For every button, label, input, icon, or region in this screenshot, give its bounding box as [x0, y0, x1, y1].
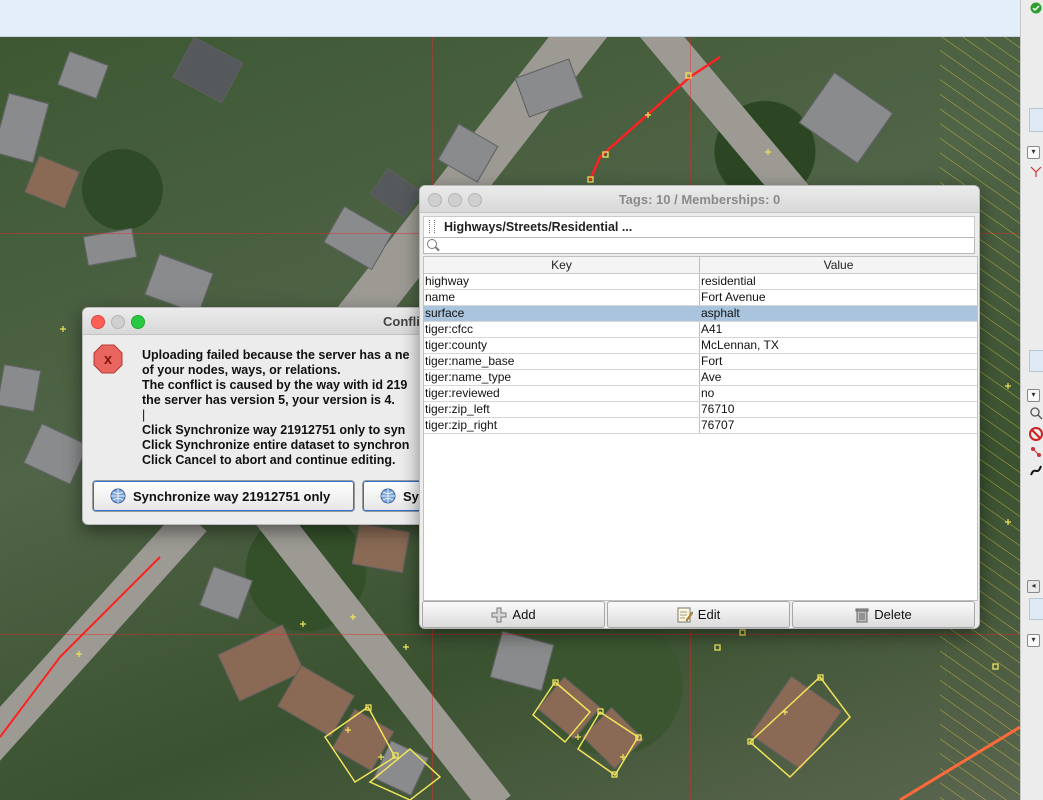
tags-toolbar: Add Edit Delete — [421, 601, 976, 628]
tag-value-cell[interactable]: 76710 — [700, 402, 977, 417]
tag-key-cell[interactable]: tiger:zip_left — [424, 402, 700, 417]
tag-key-cell[interactable]: tiger:name_type — [424, 370, 700, 385]
building-outline — [532, 680, 592, 744]
map-node-cross — [300, 621, 306, 627]
synchronize-dataset-label: Sy — [403, 488, 419, 504]
edit-tag-button[interactable]: Edit — [607, 601, 790, 628]
tag-search-field[interactable] — [423, 237, 975, 254]
trash-icon — [855, 608, 869, 622]
drag-grip-icon[interactable] — [429, 220, 435, 233]
delete-tag-button[interactable]: Delete — [792, 601, 975, 628]
tag-key-cell[interactable]: tiger:county — [424, 338, 700, 353]
synchronize-way-button[interactable]: Synchronize way 21912751 only — [92, 480, 355, 512]
search-icon[interactable] — [1029, 406, 1043, 420]
tag-rows: highway residential name Fort Avenue surface… — [424, 274, 977, 434]
tag-row[interactable]: tiger:name_type Ave — [424, 370, 977, 386]
add-tag-button[interactable]: Add — [422, 601, 605, 628]
minimize-button[interactable] — [111, 315, 125, 329]
map-node-cross — [782, 709, 788, 715]
map-node-cross — [60, 326, 66, 332]
globe-sync-icon — [380, 488, 396, 504]
node-icon[interactable] — [1029, 445, 1043, 459]
edit-label: Edit — [697, 607, 721, 622]
right-side-panel: ▾ ▾ ◂ ▾ — [1020, 0, 1043, 800]
building-outline — [577, 710, 640, 777]
tag-value-cell[interactable]: Fort — [700, 354, 977, 369]
preset-breadcrumb[interactable]: Highways/Streets/Residential ... — [423, 216, 975, 238]
tag-value-cell[interactable]: no — [700, 386, 977, 401]
side-panel-header — [1029, 350, 1043, 372]
selected-way-line — [588, 55, 721, 181]
tag-value-cell[interactable]: A41 — [700, 322, 977, 337]
tag-key-cell[interactable]: tiger:zip_right — [424, 418, 700, 433]
synchronize-way-label: Synchronize way 21912751 only — [133, 488, 331, 504]
tag-row[interactable]: surface asphalt — [424, 306, 977, 322]
edit-icon — [677, 607, 693, 622]
tags-window-titlebar[interactable]: Tags: 10 / Memberships: 0 — [420, 186, 979, 213]
column-header-key[interactable]: Key — [424, 257, 700, 273]
tag-key-cell[interactable]: tiger:name_base — [424, 354, 700, 369]
tag-row[interactable]: tiger:zip_left 76710 — [424, 402, 977, 418]
building-outline — [748, 675, 851, 779]
tag-row[interactable]: tiger:county McLennan, TX — [424, 338, 977, 354]
tag-value-cell[interactable]: 76707 — [700, 418, 977, 433]
map-node-cross — [378, 754, 384, 760]
table-header: Key Value — [424, 257, 977, 274]
side-panel-header — [1029, 598, 1043, 620]
tag-value-cell[interactable]: residential — [700, 274, 977, 289]
tag-row[interactable]: tiger:reviewed no — [424, 386, 977, 402]
tag-row[interactable]: tiger:zip_right 76707 — [424, 418, 977, 434]
tag-key-cell[interactable]: highway — [424, 274, 700, 289]
search-icon — [427, 239, 437, 249]
tag-row[interactable]: highway residential — [424, 274, 977, 290]
map-node-cross — [76, 651, 82, 657]
map-node — [739, 629, 746, 636]
top-panel — [0, 0, 1020, 37]
way-line — [0, 556, 161, 738]
map-node-cross — [350, 614, 356, 620]
plus-icon — [491, 607, 507, 622]
svg-text:x: x — [104, 351, 113, 368]
check-icon — [1030, 2, 1042, 14]
error-x-icon: x — [93, 344, 123, 374]
map-node-cross — [765, 149, 771, 155]
tag-key-cell[interactable]: tiger:reviewed — [424, 386, 700, 401]
column-header-value[interactable]: Value — [700, 257, 977, 273]
no-entry-icon[interactable] — [1029, 427, 1043, 441]
tag-value-cell[interactable]: Ave — [700, 370, 977, 385]
tag-value-cell[interactable]: Fort Avenue — [700, 290, 977, 305]
tag-row[interactable]: tiger:cfcc A41 — [424, 322, 977, 338]
curve-icon[interactable] — [1029, 463, 1043, 477]
tag-value-cell[interactable]: McLennan, TX — [700, 338, 977, 353]
collapse-toggle-icon[interactable]: ▾ — [1027, 146, 1040, 159]
add-label: Add — [512, 607, 536, 622]
collapse-toggle-icon[interactable]: ▾ — [1027, 389, 1040, 402]
tag-key-cell[interactable]: tiger:cfcc — [424, 322, 700, 337]
tags-window: Tags: 10 / Memberships: 0 Highways/Stree… — [419, 185, 980, 629]
close-button[interactable] — [91, 315, 105, 329]
map-node-cross — [403, 644, 409, 650]
tag-key-cell[interactable]: surface — [424, 306, 700, 321]
map-node-cross — [575, 734, 581, 740]
tags-table: Key Value highway residential name Fort Ave… — [423, 256, 978, 601]
zoom-button[interactable] — [131, 315, 145, 329]
delete-label: Delete — [874, 607, 912, 622]
preset-label: Highways/Streets/Residential ... — [444, 220, 633, 234]
tags-window-title: Tags: 10 / Memberships: 0 — [618, 192, 781, 207]
globe-sync-icon — [110, 488, 126, 504]
tag-row[interactable]: name Fort Avenue — [424, 290, 977, 306]
collapse-toggle-icon[interactable]: ▾ — [1027, 634, 1040, 647]
side-panel-header — [1029, 108, 1043, 132]
scroll-left-icon[interactable]: ◂ — [1027, 580, 1040, 593]
tag-row[interactable]: tiger:name_base Fort — [424, 354, 977, 370]
route-icon — [1030, 166, 1042, 177]
tag-key-cell[interactable]: name — [424, 290, 700, 305]
map-node-cross — [345, 727, 351, 733]
tag-value-cell[interactable]: asphalt — [700, 306, 977, 321]
map-node — [714, 644, 721, 651]
